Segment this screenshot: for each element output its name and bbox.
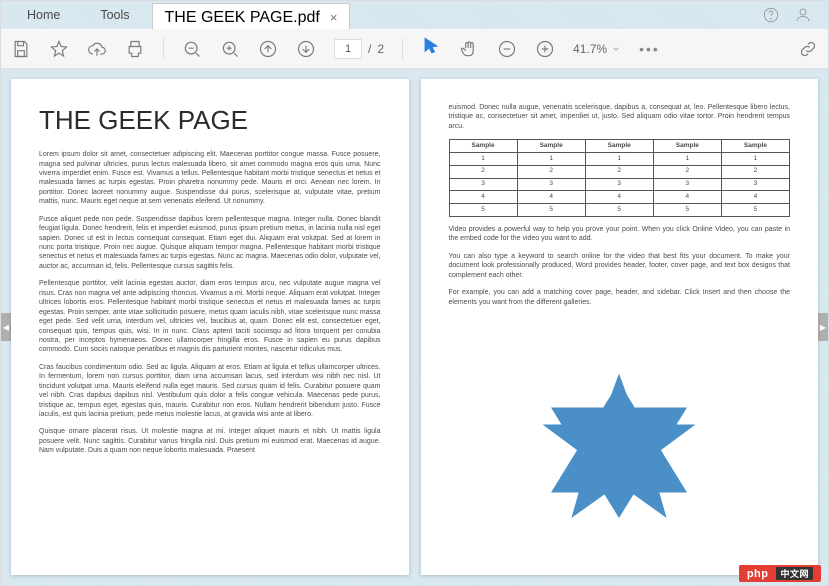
select-tool-icon[interactable] xyxy=(421,36,441,61)
paragraph: Quisque ornare placerat risus. Ut molest… xyxy=(39,427,381,455)
hand-tool-icon[interactable] xyxy=(459,39,479,59)
sample-table: SampleSampleSampleSampleSample 111112222… xyxy=(449,139,791,217)
more-tools-icon[interactable]: ••• xyxy=(639,41,660,57)
page-up-icon[interactable] xyxy=(258,39,278,59)
save-icon[interactable] xyxy=(11,39,31,59)
star-icon[interactable] xyxy=(49,39,69,59)
tabbar-right xyxy=(762,6,820,24)
separator xyxy=(402,38,403,60)
separator xyxy=(163,38,164,60)
paragraph: Video provides a powerful way to help yo… xyxy=(449,225,791,244)
page-down-icon[interactable] xyxy=(296,39,316,59)
paragraph: Lorem ipsum dolor sit amet, consectetuer… xyxy=(39,150,381,207)
zoom-in-icon[interactable] xyxy=(220,39,240,59)
zoom-out-icon[interactable] xyxy=(182,39,202,59)
upload-cloud-icon[interactable] xyxy=(87,39,107,59)
toolbar: / 2 41.7% ••• xyxy=(1,29,828,69)
table-row: 44444 xyxy=(449,191,790,204)
table-header: Sample xyxy=(517,140,585,153)
chevron-down-icon xyxy=(611,44,621,54)
zoom-plus-icon[interactable] xyxy=(535,39,555,59)
tab-document-label: THE GEEK PAGE.pdf xyxy=(165,9,320,27)
paragraph: euismod. Donec nulla augue, venenatis sc… xyxy=(449,103,791,131)
paragraph: Fusce aliquet pede non pede. Suspendisse… xyxy=(39,215,381,272)
table-header: Sample xyxy=(585,140,653,153)
paragraph: You can also type a keyword to search on… xyxy=(449,252,791,280)
paragraph: For example, you can add a matching cove… xyxy=(449,288,791,307)
page-indicator: / 2 xyxy=(334,39,384,59)
watermark-badge: php 中文网 xyxy=(739,565,821,582)
table-row: 33333 xyxy=(449,178,790,191)
badge-php: php xyxy=(747,568,769,580)
next-page-arrow[interactable]: ▶ xyxy=(818,313,828,341)
table-header: Sample xyxy=(721,140,789,153)
prev-page-arrow[interactable]: ◀ xyxy=(1,313,11,341)
signin-icon[interactable] xyxy=(794,6,812,24)
tab-home[interactable]: Home xyxy=(9,3,78,27)
paragraph: Pellentesque porttitor, velit lacinia eg… xyxy=(39,279,381,355)
share-link-icon[interactable] xyxy=(798,39,818,59)
table-row: 22222 xyxy=(449,165,790,178)
page-sep: / xyxy=(368,42,371,56)
paragraph: Cras faucibus condimentum odio. Sed ac l… xyxy=(39,363,381,420)
table-header: Sample xyxy=(449,140,517,153)
zoom-minus-icon[interactable] xyxy=(497,39,517,59)
tab-document[interactable]: THE GEEK PAGE.pdf × xyxy=(152,3,351,31)
zoom-dropdown[interactable]: 41.7% xyxy=(573,42,621,56)
zoom-value: 41.7% xyxy=(573,42,607,56)
close-icon[interactable]: × xyxy=(330,10,338,25)
help-icon[interactable] xyxy=(762,6,780,24)
tab-bar: Home Tools THE GEEK PAGE.pdf × xyxy=(1,1,828,29)
pdf-page-2: euismod. Donec nulla augue, venenatis sc… xyxy=(421,79,819,575)
print-icon[interactable] xyxy=(125,39,145,59)
table-row: 55555 xyxy=(449,204,790,217)
document-viewport: ◀ ▶ THE GEEK PAGE Lorem ipsum dolor sit … xyxy=(1,69,828,585)
table-header: Sample xyxy=(653,140,721,153)
app-window: Home Tools THE GEEK PAGE.pdf × / 2 xyxy=(0,0,829,586)
page-title: THE GEEK PAGE xyxy=(39,103,381,138)
tab-tools[interactable]: Tools xyxy=(82,3,147,27)
page-current-input[interactable] xyxy=(334,39,362,59)
table-row: 11111 xyxy=(449,153,790,166)
badge-cn: 中文网 xyxy=(776,567,813,580)
pdf-page-1: THE GEEK PAGE Lorem ipsum dolor sit amet… xyxy=(11,79,409,575)
star-shape xyxy=(534,365,704,535)
page-total: 2 xyxy=(377,42,384,56)
